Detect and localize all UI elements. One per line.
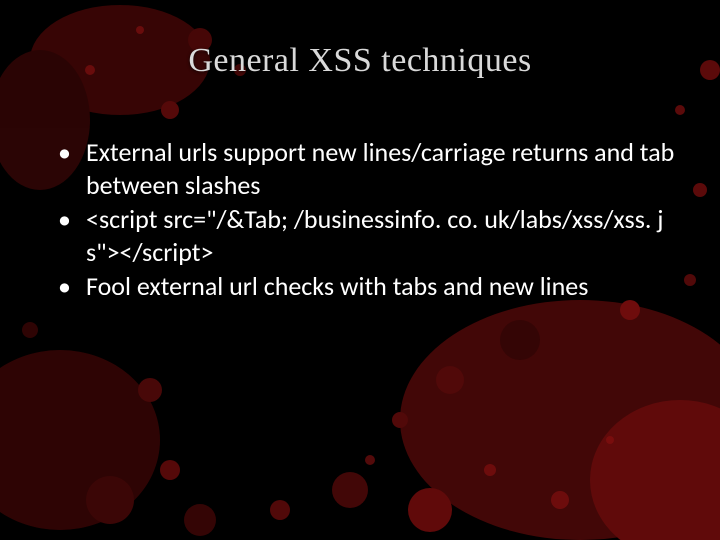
- slide-content: General XSS techniques External urls sup…: [0, 0, 720, 540]
- bullet-list: External urls support new lines/carriage…: [0, 136, 720, 303]
- list-item: <script src="/&Tab; /businessinfo. co. u…: [50, 203, 680, 268]
- list-item: External urls support new lines/carriage…: [50, 136, 680, 201]
- list-item: Fool external url checks with tabs and n…: [50, 270, 680, 303]
- slide-title: General XSS techniques: [0, 42, 720, 80]
